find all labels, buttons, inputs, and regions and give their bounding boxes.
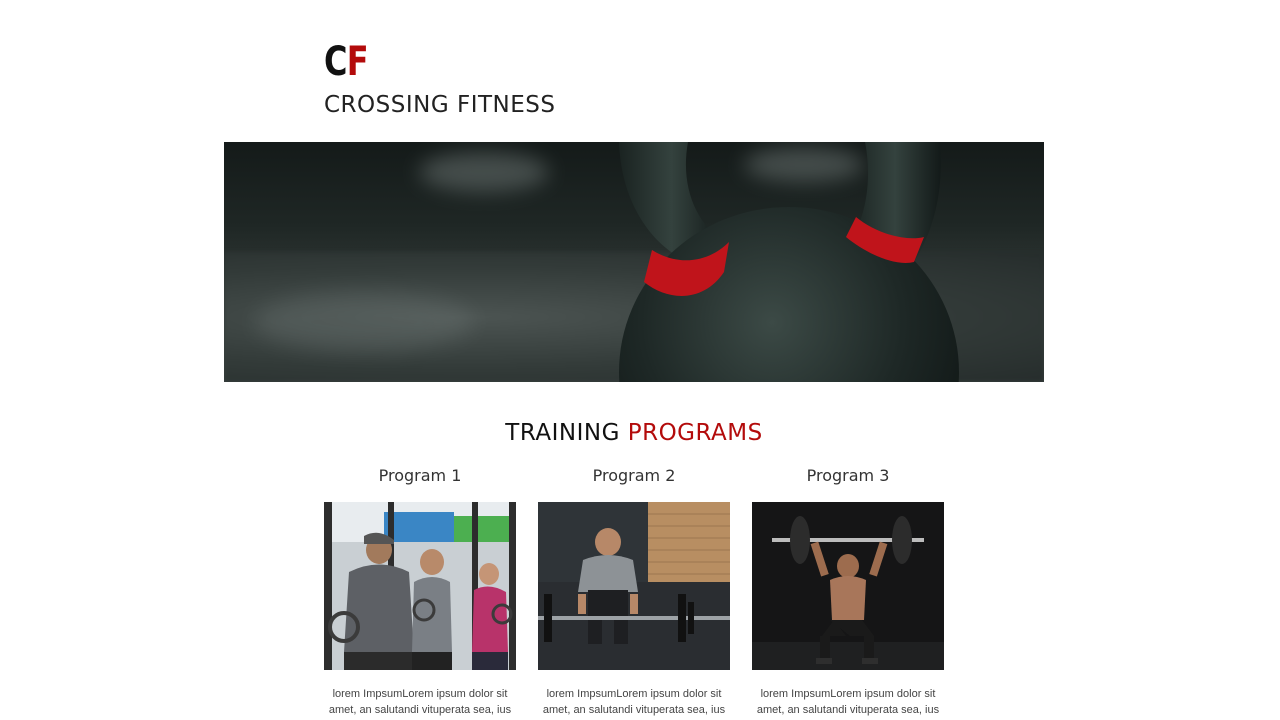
page: CF CROSSING FITNESS TRAINING PROGRAMS Pr… <box>0 0 1280 720</box>
program-description: lorem ImpsumLorem ipsum dolor sit amet, … <box>542 688 726 716</box>
logo-letter-c: C <box>324 39 348 85</box>
logo[interactable]: CF <box>324 39 369 85</box>
site-header: CF CROSSING FITNESS <box>324 40 924 130</box>
program-description: lorem ImpsumLorem ipsum dolor sit amet, … <box>328 688 512 716</box>
program-title[interactable]: Program 2 <box>538 464 730 488</box>
section-title-part2: PROGRAMS <box>627 420 763 446</box>
program-description: lorem ImpsumLorem ipsum dolor sit amet, … <box>756 688 940 716</box>
hero-banner-image <box>224 142 1044 382</box>
section-title-part1: TRAINING <box>505 420 628 446</box>
deadlift-training-photo[interactable] <box>538 502 730 670</box>
programs-grid: Program 1 lorem ImpsumLorem ipsum dolor … <box>324 464 944 720</box>
program-card-3[interactable]: Program 3 lorem ImpsumLorem ipsum dolor … <box>752 464 944 716</box>
program-card-1[interactable]: Program 1 lorem ImpsumLorem ipsum dolor … <box>324 464 516 716</box>
program-title[interactable]: Program 1 <box>324 464 516 488</box>
overhead-squat-photo[interactable] <box>752 502 944 670</box>
brand-name: CROSSING FITNESS <box>324 92 556 118</box>
program-card-2[interactable]: Program 2 lorem ImpsumLorem ipsum dolor … <box>538 464 730 716</box>
kettlebell-illustration <box>619 142 959 382</box>
group-ring-training-photo[interactable] <box>324 502 516 670</box>
program-title[interactable]: Program 3 <box>752 464 944 488</box>
section-title: TRAINING PROGRAMS <box>224 420 1044 446</box>
logo-letter-f: F <box>346 39 369 85</box>
